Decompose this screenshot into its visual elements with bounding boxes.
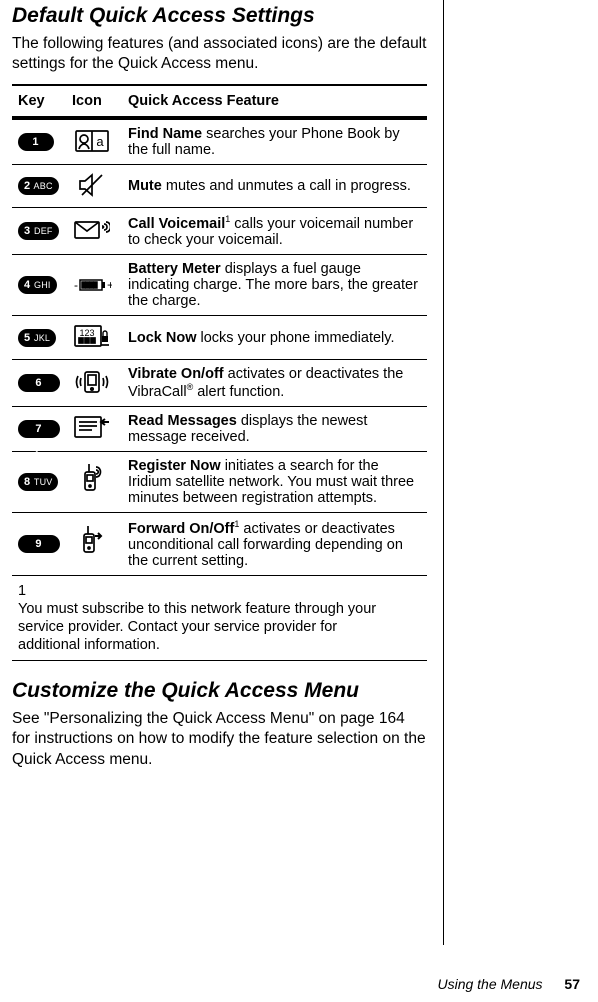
feature-forward: Forward On/Off1 activates or deactivates…: [122, 512, 427, 575]
feature-find-name: Find Name searches your Phone Book by th…: [122, 118, 427, 165]
svg-text:-: -: [74, 278, 78, 292]
keycap-5: 5 JKL: [18, 329, 56, 347]
table-row: 6 MNO: [12, 360, 427, 407]
footer-page-number: 57: [564, 976, 580, 992]
svg-text:+: +: [107, 278, 112, 292]
table-row: 3 DEF: [12, 208, 427, 255]
battery-icon: - +: [72, 271, 112, 299]
table-row: 4 GHI - +: [12, 255, 427, 316]
register-icon: [72, 465, 112, 493]
keycap-7: 7 PQRS: [18, 420, 60, 438]
keycap-9: 9 WXYZ: [18, 535, 60, 553]
find-name-icon: a: [72, 127, 112, 155]
feature-mute: Mute mutes and unmutes a call in progres…: [122, 165, 427, 208]
keycap-4: 4 GHI: [18, 276, 57, 294]
forward-icon: [72, 527, 112, 555]
feature-vibrate: Vibrate On/off activates or deactivates …: [122, 360, 427, 407]
table-row: 1 a: [12, 118, 427, 165]
table-row: 5 JKL 123: [12, 316, 427, 360]
customize-paragraph: See "Personalizing the Quick Access Menu…: [12, 709, 427, 769]
table-row: 9 WXYZ: [12, 512, 427, 575]
th-feature: Quick Access Feature: [122, 85, 427, 118]
feature-register: Register Now initiates a search for the …: [122, 451, 427, 512]
mute-icon: [72, 171, 112, 199]
lock-icon: 123: [72, 322, 112, 350]
table-row: 7 PQRS: [12, 406, 427, 451]
feature-messages: Read Messages displays the newest messag…: [122, 406, 427, 451]
keycap-2: 2 ABC: [18, 177, 59, 195]
intro-paragraph: The following features (and associated i…: [12, 34, 427, 74]
voicemail-icon: [72, 217, 112, 245]
svg-text:123: 123: [79, 328, 94, 338]
table-row: 8 TUV: [12, 451, 427, 512]
feature-battery: Battery Meter displays a fuel gauge indi…: [122, 255, 427, 316]
footer-section: Using the Menus: [437, 976, 542, 992]
keycap-1: 1: [18, 133, 54, 151]
vibrate-icon: [72, 368, 112, 396]
table-footnote: 1 You must subscribe to this network fea…: [12, 575, 427, 661]
svg-text:a: a: [96, 134, 104, 149]
keycap-8: 8 TUV: [18, 473, 58, 491]
heading-customize: Customize the Quick Access Menu: [12, 679, 427, 703]
feature-lock: Lock Now locks your phone immediately.: [122, 316, 427, 360]
heading-default-quick-access: Default Quick Access Settings: [12, 4, 427, 28]
table-row: 2 ABC Mute mutes and unmutes a call in p…: [12, 165, 427, 208]
page-footer: Using the Menus 57: [437, 976, 580, 992]
th-key: Key: [12, 85, 66, 118]
keycap-6: 6 MNO: [18, 374, 60, 392]
quick-access-table: Key Icon Quick Access Feature 1: [12, 84, 427, 661]
th-icon: Icon: [66, 85, 122, 118]
messages-icon: [72, 413, 112, 441]
feature-voicemail: Call Voicemail1 calls your voicemail num…: [122, 208, 427, 255]
keycap-3: 3 DEF: [18, 222, 59, 240]
